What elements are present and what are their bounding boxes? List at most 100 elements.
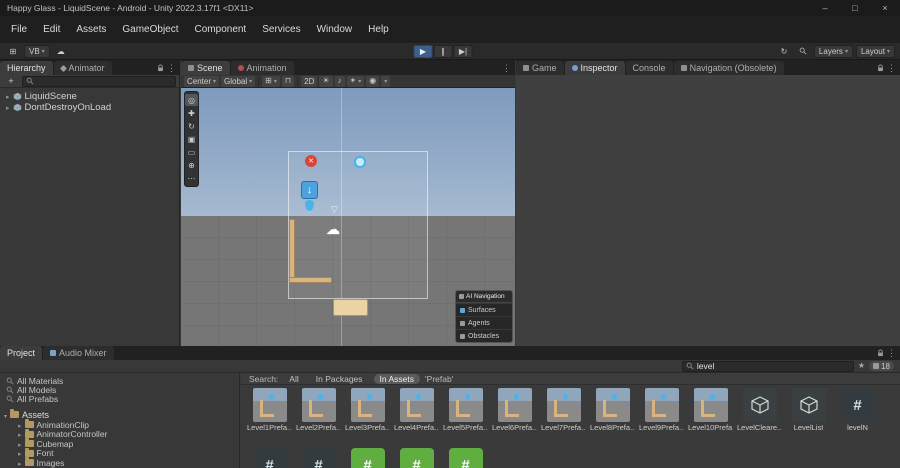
camera-dropdown[interactable] [381,76,390,87]
expand-caret-icon[interactable] [18,439,22,449]
asset-tile-level5[interactable]: Level5Prefa... [443,388,488,432]
expand-caret-icon[interactable] [18,420,22,430]
account-dropdown[interactable]: VB [24,45,50,58]
asset-tile-level4[interactable]: Level4Prefa... [394,388,439,432]
snap-toggle[interactable]: ⊓ [282,76,294,87]
scale-tool-icon[interactable]: ▣ [185,133,198,145]
grid-snap-dropdown[interactable]: ⊞ [262,76,280,87]
mode-2d-toggle[interactable]: 2D [301,76,317,87]
expand-caret-icon[interactable] [18,458,22,468]
favorite-all-prefabs[interactable]: All Prefabs [0,394,239,403]
asset-tile-level6[interactable]: Level6Prefa... [492,388,537,432]
gameobject-gizmo-blue[interactable] [354,156,366,168]
assets-root-folder[interactable]: Assets [0,409,239,420]
asset-tile-level2[interactable]: Level2Prefa... [296,388,341,432]
lighting-toggle[interactable]: ☀ [319,76,332,87]
more-tools-icon[interactable]: ⋯ [185,172,198,184]
minimize-button[interactable]: – [810,0,840,16]
expand-caret-icon[interactable] [18,448,22,458]
layout-dropdown[interactable]: Layout [856,45,895,58]
expand-caret-icon[interactable] [6,91,10,102]
visibility-toggle[interactable]: ◉ [366,76,379,87]
maximize-button[interactable]: □ [840,0,870,16]
tab-navigation-obsolete[interactable]: Navigation (Obsolete) [674,61,784,75]
asset-tile-level1[interactable]: Level1Prefa... [247,388,292,432]
kebab-menu-icon[interactable] [887,63,896,74]
menu-services[interactable]: Services [254,22,308,37]
scope-in-assets-button[interactable]: In Assets [374,374,421,384]
folder-font[interactable]: Font [0,449,239,459]
folder-animationclip[interactable]: AnimationClip [0,420,239,430]
scope-all-button[interactable]: All [283,374,304,384]
pivot-dropdown[interactable]: Center [184,76,219,87]
tab-audio-mixer[interactable]: Audio Mixer [43,346,114,360]
asset-tile-script[interactable] [247,448,292,468]
lock-icon[interactable] [877,349,884,357]
scope-in-packages-button[interactable]: In Packages [310,374,369,384]
tab-project[interactable]: Project [0,346,42,360]
asset-tile-script[interactable] [296,448,341,468]
hierarchy-search-input[interactable] [36,76,172,86]
wall-horizontal-sprite[interactable] [289,277,332,283]
step-button[interactable]: ▶| [454,45,473,58]
asset-tile-levellist[interactable]: LevelList [786,388,831,432]
menu-file[interactable]: File [3,22,35,37]
tab-animation[interactable]: Animation [231,61,294,75]
asset-tile-level7[interactable]: Level7Prefa... [541,388,586,432]
ai-nav-surfaces[interactable]: Surfaces [456,303,512,316]
lock-icon[interactable] [157,64,164,72]
asset-tile-leveln[interactable]: levelN [835,388,880,432]
space-dropdown[interactable]: Global [221,76,255,87]
rotate-tool-icon[interactable]: ↻ [185,120,198,132]
ai-navigation-header[interactable]: AI Navigation [456,291,512,303]
folder-cubemap[interactable]: Cubemap [0,439,239,449]
lock-icon[interactable] [877,64,884,72]
kebab-menu-icon[interactable] [167,63,176,74]
hierarchy-search[interactable] [22,76,176,87]
tab-console[interactable]: Console [626,61,673,75]
play-button[interactable]: ▶ [414,45,433,58]
menu-assets[interactable]: Assets [68,22,114,37]
hierarchy-item-dontdestroyonload[interactable]: DontDestroyOnLoad [0,102,179,113]
project-search-input[interactable] [697,361,850,371]
kebab-menu-icon[interactable] [887,348,896,359]
effects-dropdown[interactable]: ✶ [347,76,365,87]
close-button[interactable]: × [870,0,900,16]
tab-game[interactable]: Game [516,61,564,75]
expand-caret-icon[interactable] [4,410,7,420]
asset-tile-green[interactable] [443,448,488,468]
kebab-menu-icon[interactable] [502,63,511,74]
view-tool-icon[interactable]: ◎ [185,94,198,106]
transform-tool-icon[interactable]: ⊕ [185,159,198,171]
tab-hierarchy[interactable]: Hierarchy [0,61,53,75]
move-tool-icon[interactable]: ✚ [185,107,198,119]
asset-tile-level10[interactable]: Level10Prefa... [688,388,733,432]
hidden-packages-badge[interactable]: 18 [869,361,894,371]
folder-images[interactable]: Images [0,458,239,468]
rect-tool-icon[interactable]: ▭ [185,146,198,158]
search-icon[interactable] [795,45,811,58]
water-tap-sprite[interactable] [301,181,318,199]
asset-tile-green[interactable] [345,448,390,468]
create-button[interactable] [3,75,19,88]
audio-toggle[interactable]: ♪ [335,76,345,87]
expand-caret-icon[interactable] [6,102,10,113]
asset-tile-level8[interactable]: Level8Prefa... [590,388,635,432]
layers-dropdown[interactable]: Layers [814,45,853,58]
project-search[interactable] [682,361,854,372]
asset-tile-level3[interactable]: Level3Prefa... [345,388,390,432]
glass-cup-sprite[interactable] [333,299,368,316]
ai-nav-agents[interactable]: Agents [456,316,512,329]
menu-help[interactable]: Help [360,22,397,37]
tab-scene[interactable]: Scene [181,61,230,75]
scene-viewport[interactable]: ◎ ✚ ↻ ▣ ▭ ⊕ ⋯ AI Navigation Surfaces [181,88,515,346]
hierarchy-item-liquidscene[interactable]: LiquidScene [0,91,179,102]
menu-gameobject[interactable]: GameObject [114,22,186,37]
tab-inspector[interactable]: Inspector [565,61,625,75]
version-control-icon[interactable]: ⊞ [5,45,21,58]
tab-animator[interactable]: Animator [54,61,112,75]
gameobject-gizmo-red[interactable] [305,155,317,167]
wall-vertical-sprite[interactable] [289,219,295,282]
cloud-sprite[interactable] [326,222,340,236]
menu-edit[interactable]: Edit [35,22,68,37]
